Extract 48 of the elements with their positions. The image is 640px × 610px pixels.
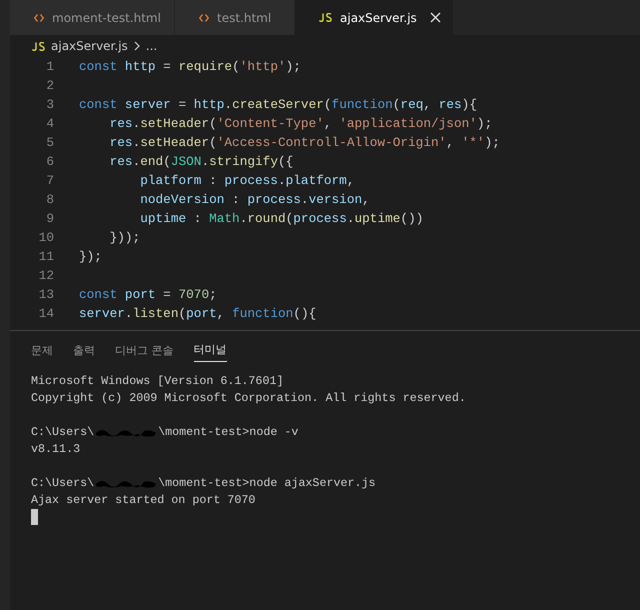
- breadcrumb-item[interactable]: ajaxServer.js: [51, 37, 128, 55]
- line-number: 7: [45, 172, 54, 190]
- code-line: nodeVersion : process.version,: [139, 190, 370, 209]
- close-icon[interactable]: [428, 10, 443, 24]
- line-number: 2: [45, 76, 54, 95]
- line-number: 8: [45, 190, 54, 209]
- code-line: platform : process.platform,: [139, 172, 354, 190]
- editor-tab[interactable]: moment-test.html: [10, 0, 175, 35]
- line-number: 3: [45, 96, 54, 114]
- code-line: res.end(JSON.stringify({: [108, 152, 294, 171]
- editor-tab[interactable]: test.html: [175, 0, 295, 35]
- line-number: 11: [38, 248, 54, 266]
- line-number: 14: [38, 304, 54, 323]
- terminal-line: Microsoft Windows [Version 6.1.7601]: [31, 374, 284, 388]
- line-number: 1: [45, 58, 54, 76]
- terminal-line: Copyright (c) 2009 Microsoft Corporation. All rights reserved.: [31, 391, 466, 405]
- line-number: 10: [38, 228, 54, 247]
- line-number: 6: [45, 152, 54, 171]
- code-line: res.setHeader('Content-Type', 'application/json');: [108, 114, 492, 133]
- line-number: 5: [45, 134, 54, 152]
- code-line: server.listen(port, function(){: [79, 304, 316, 323]
- line-number: 13: [38, 286, 54, 304]
- breadcrumb-item[interactable]: ...: [146, 37, 158, 55]
- terminal-line: Ajax server started on port 7070: [31, 493, 256, 507]
- code-line: const http = require('http');: [79, 58, 301, 76]
- chevron-right-icon: [134, 41, 140, 51]
- terminal-line: C:\Users\ \moment-test>node ajaxServer.js: [31, 476, 376, 490]
- panel-tab[interactable]: 터미널: [194, 340, 226, 362]
- js-file-icon: [319, 13, 332, 22]
- line-number: 9: [45, 210, 54, 228]
- line-number: 12: [38, 266, 54, 285]
- terminal-line: v8.11.3: [31, 442, 80, 456]
- code-brackets-icon: [199, 14, 209, 22]
- code-brackets-icon: [34, 14, 44, 22]
- panel-tab[interactable]: 디버그 콘솔: [115, 340, 174, 362]
- code-line: }));: [108, 228, 140, 247]
- code-line: });: [79, 248, 102, 266]
- line-number: 4: [45, 114, 54, 133]
- terminal-line: C:\Users\ \moment-test>node -v: [31, 425, 298, 439]
- terminal-cursor: [31, 509, 38, 525]
- panel-tab[interactable]: 출력: [73, 340, 95, 362]
- code-line: const server = http.createServer(function(req, res){: [79, 96, 477, 114]
- js-file-icon: [32, 42, 45, 50]
- code-line: uptime : Math.round(process.uptime()): [139, 210, 424, 228]
- editor-tab[interactable]: ajaxServer.js: [295, 0, 454, 35]
- code-line: const port = 7070;: [79, 286, 217, 304]
- code-line: res.setHeader('Access-Controll-Allow-Origin', '*');: [108, 134, 500, 152]
- panel-tab[interactable]: 문제: [31, 340, 53, 362]
